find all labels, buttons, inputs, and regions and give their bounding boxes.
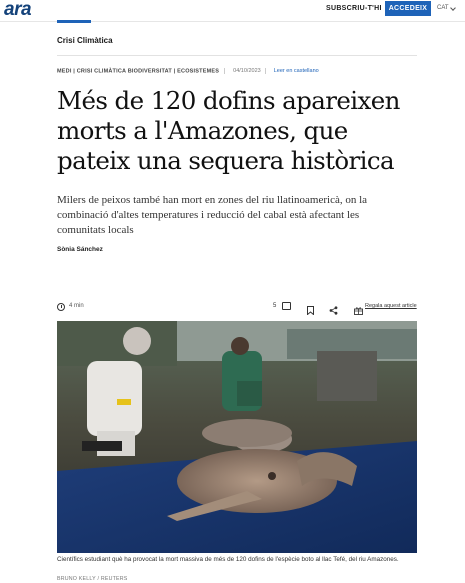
login-button[interactable]: ACCEDEIX [385,1,431,16]
gift-icon[interactable] [354,302,363,315]
language-selector[interactable]: CAT [437,5,449,11]
meta-separator [223,68,225,74]
clock-icon [57,303,65,311]
photo-caption: Científics estudiant què ha provocat la … [57,556,399,563]
chevron-down-icon[interactable] [450,5,456,11]
photo-illustration [57,321,417,553]
bookmark-icon[interactable] [307,302,314,316]
meta-separator [265,68,267,74]
gift-article-link[interactable]: Regala aquest article [365,303,417,309]
top-navigation-bar: ara SUBSCRIU-T'HI ACCEDEIX CAT [0,0,465,22]
article-author[interactable]: Sònia Sánchez [57,246,103,253]
ara-logo[interactable]: ara [4,0,32,21]
share-icon[interactable] [329,302,338,315]
comment-icon[interactable] [282,302,291,310]
article-meta: MEDI | CRISI CLIMÀTICA BIODIVERSITAT | E… [57,68,319,74]
publish-date: 04/10/2023 [233,68,261,75]
read-time: 4 min [69,303,84,309]
photo-credit: BRUNO KELLY / REUTERS [57,576,128,582]
section-accent-bar [57,20,91,23]
comments-count[interactable]: 5 [273,303,276,309]
article-headline: Més de 120 dofins apareixen morts a l'Am… [57,86,400,175]
article-tags[interactable]: MEDI | CRISI CLIMÀTICA BIODIVERSITAT | E… [57,68,219,74]
section-divider [57,55,417,56]
subscribe-link[interactable]: SUBSCRIU-T'HI [326,5,382,12]
section-label[interactable]: Crisi Climàtica [57,36,113,45]
article-standfirst: Milers de peixos també han mort en zones… [57,194,368,236]
read-in-spanish-link[interactable]: Leer en castellano [274,68,319,74]
article-toolbar: 4 min 5 Regala aquest article [57,302,417,316]
article-photo[interactable] [57,321,417,553]
